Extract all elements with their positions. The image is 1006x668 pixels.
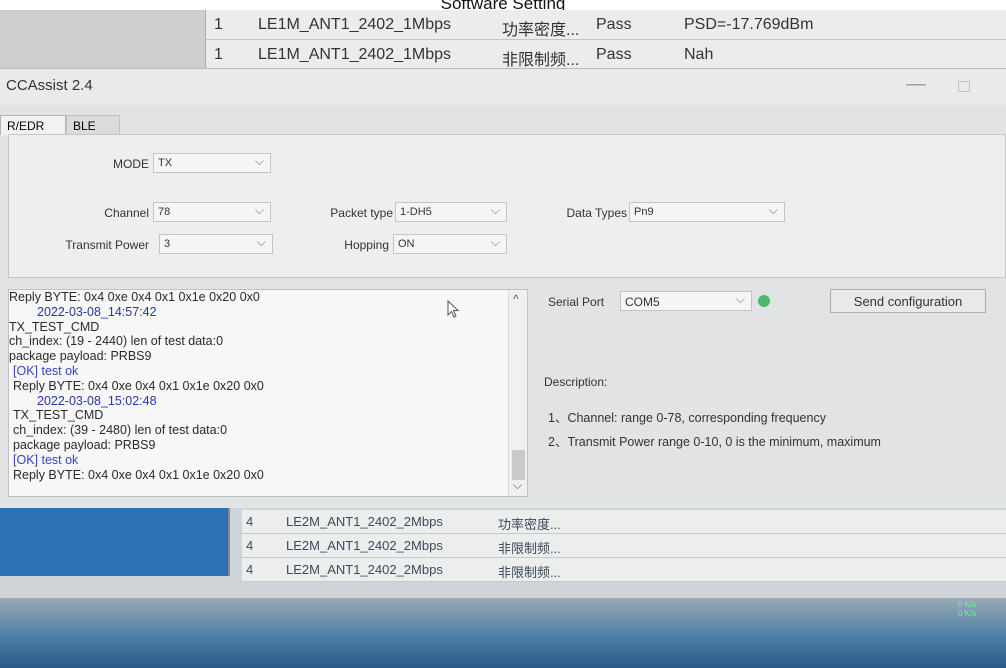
mode-value: TX bbox=[158, 157, 173, 169]
download-speed: 0 K/s bbox=[958, 609, 977, 618]
row-test-name: LE2M_ANT1_2402_2Mbps bbox=[286, 538, 443, 553]
log-ok-line: [OK] test ok bbox=[13, 363, 79, 378]
background-spreadsheet-top: 1 LE1M_ANT1_2402_1Mbps 功率密度... Pass PSD=… bbox=[0, 10, 1006, 70]
minimize-button[interactable]: — bbox=[906, 73, 926, 96]
network-speed-widget: 0 K/s 0 K/s bbox=[958, 600, 976, 618]
row-test-name: LE2M_ANT1_2402_2Mbps bbox=[286, 562, 443, 577]
transmit-power-select[interactable]: 3 ⌵ bbox=[159, 234, 273, 254]
maximize-button[interactable] bbox=[958, 81, 970, 92]
background-spreadsheet-bottom: 4 LE2M_ANT1_2402_2Mbps 功率密度... 4 LE2M_AN… bbox=[0, 508, 1006, 668]
row-value: Nah bbox=[684, 46, 714, 63]
row-test-name: LE1M_ANT1_2402_1Mbps bbox=[258, 16, 452, 33]
tab-ble[interactable]: BLE bbox=[66, 115, 120, 135]
log-line: package payload: PRBS9 bbox=[13, 437, 156, 452]
log-line: Reply BYTE: 0x4 0xe 0x4 0x1 0x1e 0x20 0x… bbox=[13, 467, 264, 482]
window-title: CCAssist 2.4 bbox=[6, 77, 93, 94]
row-test-item: 功率密度... bbox=[498, 517, 561, 532]
table-row[interactable]: 4 LE2M_ANT1_2402_2Mbps 非限制频... bbox=[242, 558, 1006, 582]
row-result: Pass bbox=[596, 46, 632, 63]
data-types-label: Data Types bbox=[566, 206, 627, 220]
desktop-background bbox=[0, 598, 1006, 668]
send-configuration-button[interactable]: Send configuration bbox=[830, 289, 986, 313]
description-line: 2、Transmit Power range 0-10, 0 is the mi… bbox=[548, 435, 881, 449]
serial-port-select[interactable]: COM5 ⌵ bbox=[620, 291, 752, 311]
row-test-item: 非限制频... bbox=[498, 565, 561, 580]
hopping-value: ON bbox=[398, 238, 415, 250]
hopping-label: Hopping bbox=[344, 238, 389, 252]
table-row[interactable]: 1 LE1M_ANT1_2402_1Mbps 功率密度... Pass PSD=… bbox=[206, 10, 1006, 40]
chevron-down-icon: ⌵ bbox=[254, 154, 264, 168]
tab-bar: R/EDR BLE bbox=[0, 115, 300, 135]
row-test-name: LE1M_ANT1_2402_1Mbps bbox=[258, 46, 452, 63]
description-line: 1、Channel: range 0-78, corresponding fre… bbox=[548, 411, 826, 425]
log-scrollbar[interactable]: ^ ⌵ bbox=[508, 290, 527, 496]
row-test-item: 非限制频... bbox=[502, 52, 580, 69]
serial-port-label: Serial Port bbox=[548, 295, 605, 309]
log-line: ch_index: (19 - 2440) len of test data:0 bbox=[9, 334, 224, 349]
scroll-up-icon[interactable]: ^ bbox=[513, 292, 519, 306]
data-types-value: Pn9 bbox=[634, 206, 654, 218]
connection-status-icon bbox=[758, 295, 770, 307]
row-index: 1 bbox=[214, 46, 223, 63]
mode-label: MODE bbox=[113, 157, 149, 171]
background-app-window bbox=[0, 508, 230, 576]
chevron-down-icon: ⌵ bbox=[735, 292, 745, 306]
description-title: Description: bbox=[544, 375, 608, 389]
background-left-pane bbox=[0, 10, 206, 70]
packet-type-select[interactable]: 1-DH5 ⌵ bbox=[395, 202, 507, 222]
log-line: ch_index: (39 - 2480) len of test data:0 bbox=[13, 423, 228, 438]
chevron-down-icon: ⌵ bbox=[490, 235, 500, 249]
row-index: 4 bbox=[246, 562, 254, 577]
mode-select[interactable]: TX ⌵ bbox=[153, 153, 271, 173]
hopping-select[interactable]: ON ⌵ bbox=[393, 234, 507, 254]
chevron-down-icon: ⌵ bbox=[768, 203, 778, 217]
serial-port-value: COM5 bbox=[625, 295, 660, 309]
row-index: 4 bbox=[246, 514, 254, 529]
row-value: PSD=-17.769dBm bbox=[684, 16, 814, 33]
channel-value: 78 bbox=[158, 206, 171, 218]
row-index: 4 bbox=[246, 538, 254, 553]
chevron-down-icon: ⌵ bbox=[256, 235, 266, 249]
data-types-select[interactable]: Pn9 ⌵ bbox=[629, 202, 785, 222]
mouse-cursor-icon bbox=[447, 299, 461, 323]
scroll-thumb[interactable] bbox=[512, 450, 525, 480]
table-row[interactable]: 4 LE2M_ANT1_2402_2Mbps 功率密度... bbox=[242, 510, 1006, 534]
log-ok-line: [OK] test ok bbox=[13, 452, 79, 467]
config-panel: MODE TX ⌵ Channel 78 ⌵ Packet type 1-DH5… bbox=[8, 134, 1006, 278]
channel-label: Channel bbox=[104, 206, 149, 220]
transmit-power-value: 3 bbox=[164, 238, 171, 250]
upload-speed: 0 K/s bbox=[958, 600, 977, 609]
row-index: 1 bbox=[214, 16, 223, 33]
row-test-item: 功率密度... bbox=[502, 22, 580, 39]
ccassist-window: CCAssist 2.4 — R/EDR BLE MODE TX ⌵ Chann… bbox=[0, 68, 1006, 508]
log-line: TX_TEST_CMD bbox=[13, 408, 104, 423]
log-timestamp: 2022-03-08_15:02:48 bbox=[37, 393, 157, 408]
chevron-down-icon: ⌵ bbox=[490, 203, 500, 217]
channel-select[interactable]: 78 ⌵ bbox=[153, 202, 271, 222]
scroll-down-icon[interactable]: ⌵ bbox=[513, 478, 522, 493]
row-result: Pass bbox=[596, 16, 632, 33]
tab-br-edr[interactable]: R/EDR bbox=[0, 115, 66, 135]
row-test-name: LE2M_ANT1_2402_2Mbps bbox=[286, 514, 443, 529]
packet-type-label: Packet type bbox=[330, 206, 393, 220]
row-test-item: 非限制频... bbox=[498, 541, 561, 556]
log-line: package payload: PRBS9 bbox=[9, 349, 152, 364]
log-output[interactable]: Reply BYTE: 0x4 0xe 0x4 0x1 0x1e 0x20 0x… bbox=[8, 289, 528, 497]
transmit-power-label: Transmit Power bbox=[65, 238, 149, 252]
log-line: Reply BYTE: 0x4 0xe 0x4 0x1 0x1e 0x20 0x… bbox=[13, 378, 264, 393]
title-bar[interactable]: CCAssist 2.4 — bbox=[0, 69, 1006, 105]
table-row[interactable]: 1 LE1M_ANT1_2402_1Mbps 非限制频... Pass Nah bbox=[206, 40, 1006, 70]
table-row[interactable]: 4 LE2M_ANT1_2402_2Mbps 非限制频... bbox=[242, 534, 1006, 558]
packet-type-value: 1-DH5 bbox=[400, 206, 432, 218]
chevron-down-icon: ⌵ bbox=[254, 203, 264, 217]
